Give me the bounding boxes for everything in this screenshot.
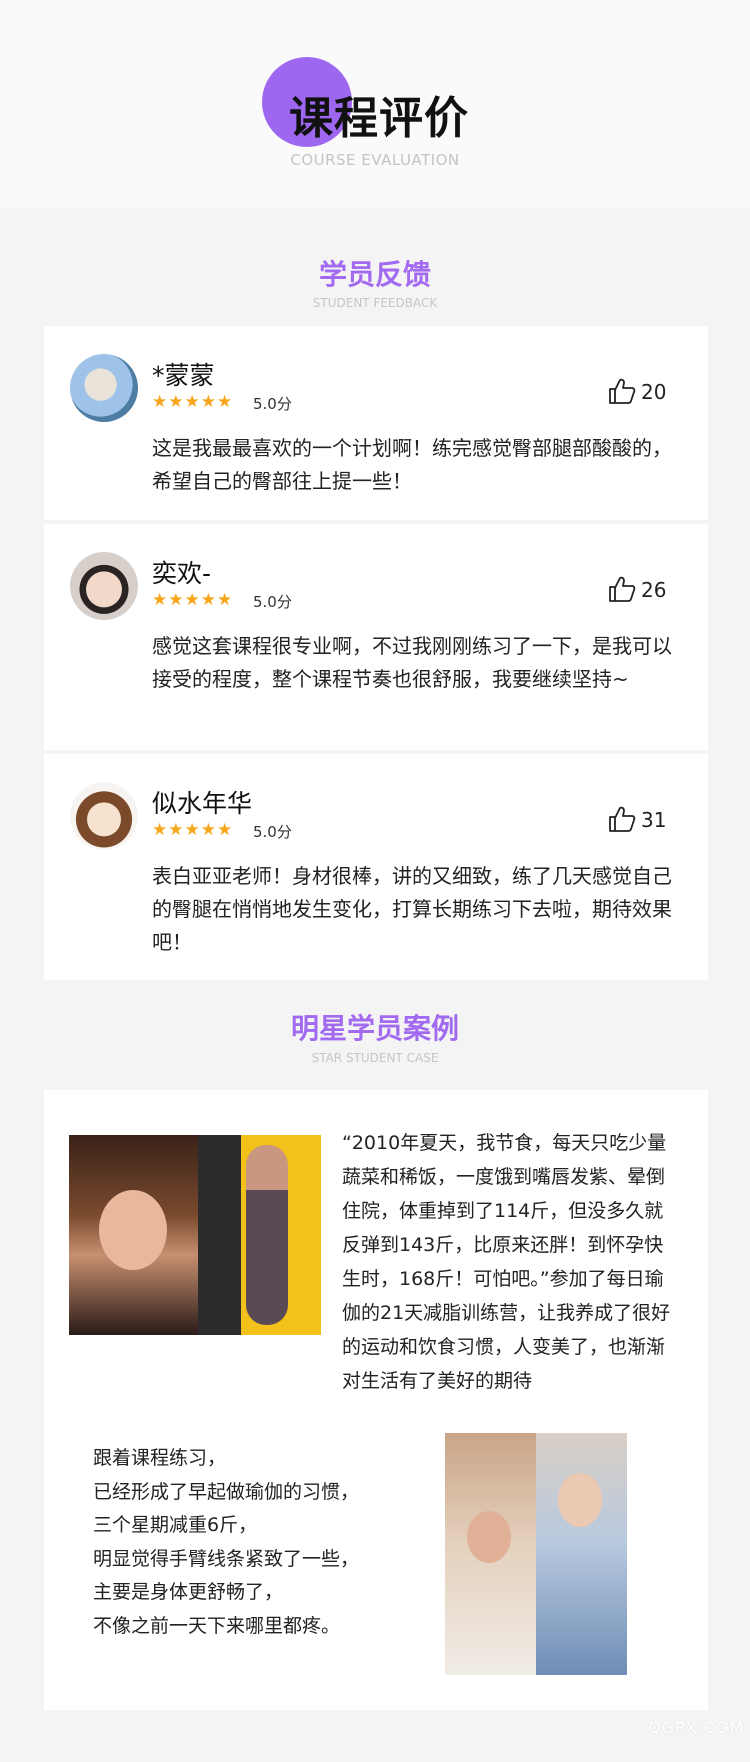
- story-line: 明显觉得手臂线条紧致了一些，: [93, 1547, 360, 1570]
- page-title: 课程评价: [289, 93, 469, 144]
- reviewer-name: *蒙蒙: [152, 361, 215, 390]
- body-shape: [246, 1145, 288, 1325]
- face-shape: [558, 1473, 602, 1527]
- story-line: 已经形成了早起做瑜伽的习惯，: [93, 1480, 360, 1503]
- case-story-list: 跟着课程练习， 已经形成了早起做瑜伽的习惯， 三个星期减重6斤， 明显觉得手臂线…: [93, 1442, 423, 1643]
- like-count: 31: [641, 808, 667, 832]
- review-text: 表白亚亚老师！身材很棒，讲的又细致，练了几天感觉自己的臀腿在悄悄地发生变化，打算…: [152, 864, 672, 954]
- rating-score: 5.0分: [253, 593, 292, 611]
- like-count: 20: [641, 380, 667, 404]
- star-case-section-subtitle: STAR STUDENT CASE: [311, 1051, 439, 1065]
- rating-score: 5.0分: [253, 823, 292, 841]
- story-line: 三个星期减重6斤，: [93, 1514, 258, 1536]
- review-card: 似水年华 ★★★★★ 5.0分 31 表白亚亚老师！身材很棒，讲的又细致，练了几…: [44, 754, 708, 980]
- star-rating: ★★★★★: [152, 820, 234, 840]
- thumbs-up-icon[interactable]: [607, 804, 637, 834]
- before-after-photo[interactable]: [69, 1135, 321, 1335]
- student-photo[interactable]: [445, 1433, 627, 1675]
- story-line: 主要是身体更舒畅了，: [93, 1581, 284, 1603]
- face-shape: [99, 1190, 167, 1270]
- story-line: 跟着课程练习，: [93, 1447, 227, 1469]
- face-shape: [467, 1511, 511, 1563]
- thumbs-up-icon[interactable]: [607, 376, 637, 406]
- thumbs-up-icon[interactable]: [607, 574, 637, 604]
- star-rating: ★★★★★: [152, 392, 234, 412]
- star-case-section-title: 明星学员案例: [290, 1012, 459, 1045]
- feedback-section-title: 学员反馈: [318, 258, 431, 291]
- page-subtitle: COURSE EVALUATION: [290, 151, 460, 169]
- student-photo-right: [536, 1433, 627, 1675]
- feedback-section-subtitle: STUDENT FEEDBACK: [312, 296, 438, 310]
- like-count: 26: [641, 578, 667, 602]
- review-text: 感觉这套课程很专业啊，不过我刚刚练习了一下，是我可以接受的程度，整个课程节奏也很…: [152, 634, 672, 691]
- reviewer-name: 似水年华: [152, 789, 253, 818]
- before-photo: [69, 1135, 198, 1335]
- avatar[interactable]: [70, 782, 138, 850]
- avatar[interactable]: [70, 552, 138, 620]
- case-card: “2010年夏天，我节食，每天只吃少量蔬菜和稀饭，一度饿到嘴唇发紫、晕倒住院，体…: [44, 1090, 708, 1710]
- header-banner: 课程评价 COURSE EVALUATION: [0, 0, 750, 208]
- avatar[interactable]: [70, 354, 138, 422]
- student-photo-left: [445, 1433, 536, 1675]
- review-card: *蒙蒙 ★★★★★ 5.0分 20 这是我最最喜欢的一个计划啊！练完感觉臀部腿部…: [44, 326, 708, 520]
- star-rating: ★★★★★: [152, 590, 234, 610]
- watermark: QGPX.COM: [648, 1718, 745, 1737]
- after-photo: [198, 1135, 321, 1335]
- reviewer-name: 奕欢-: [152, 559, 212, 588]
- story-line: 不像之前一天下来哪里都疼。: [93, 1614, 341, 1637]
- case-story: “2010年夏天，我节食，每天只吃少量蔬菜和稀饭，一度饿到嘴唇发紫、晕倒住院，体…: [342, 1132, 671, 1392]
- review-card: 奕欢- ★★★★★ 5.0分 26 感觉这套课程很专业啊，不过我刚刚练习了一下，…: [44, 524, 708, 750]
- rating-score: 5.0分: [253, 395, 292, 413]
- review-text: 这是我最最喜欢的一个计划啊！练完感觉臀部腿部酸酸的，希望自己的臀部往上提一些！: [152, 436, 672, 493]
